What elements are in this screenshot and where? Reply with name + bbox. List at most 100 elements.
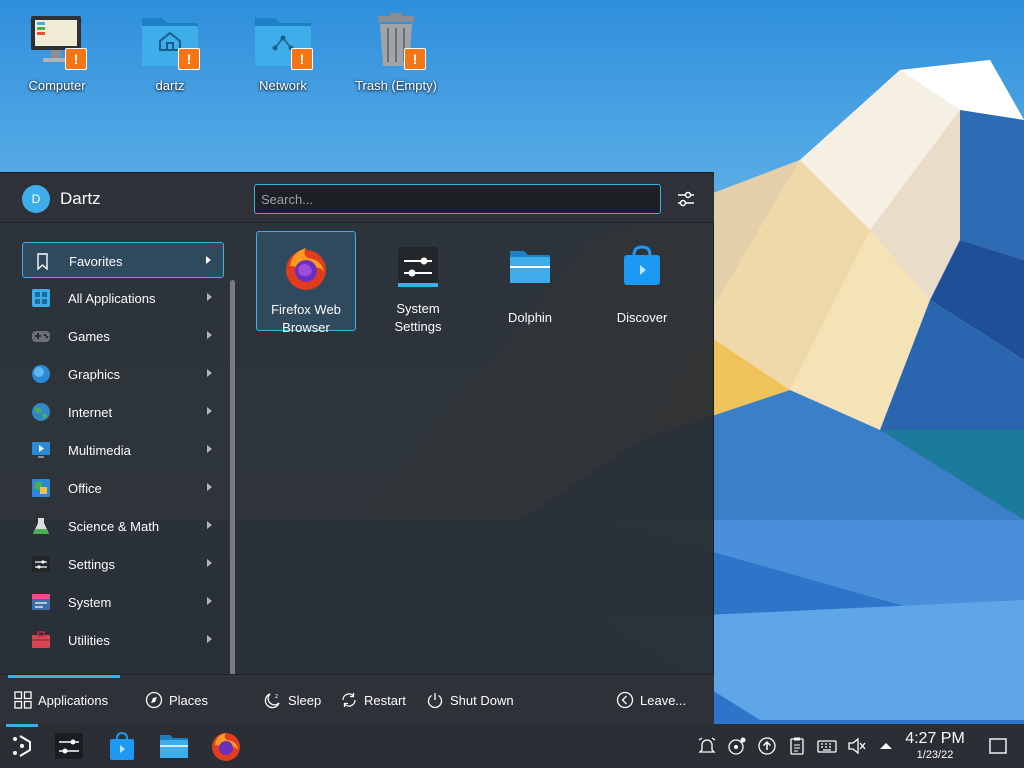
compass-icon — [145, 691, 163, 709]
tray-kde-connect[interactable] — [727, 736, 747, 756]
tray-notifications[interactable] — [697, 736, 717, 756]
category-office[interactable]: Office — [22, 470, 224, 506]
show-desktop-icon — [989, 738, 1007, 754]
app-label-line: Browser — [282, 320, 330, 335]
tray-clipboard[interactable] — [787, 736, 807, 756]
button-label: Restart — [364, 693, 406, 708]
user-name: Dartz — [60, 189, 101, 208]
sleep-icon: z — [264, 693, 280, 709]
clock-time[interactable]: 4:27 PM — [898, 730, 972, 748]
desktop-icon-computer[interactable]: ! Computer — [2, 10, 112, 93]
sliders-icon — [678, 191, 694, 207]
category-scrollbar[interactable] — [230, 280, 235, 684]
desktop-icon-label: Trash (Empty) — [355, 78, 437, 93]
leave-icon — [616, 691, 634, 709]
favorites-grid: Firefox Web Browser System Settings Dolp… — [240, 224, 714, 674]
launcher-header: D Dartz — [0, 173, 714, 223]
discover-icon — [624, 245, 660, 285]
chevron-right-icon — [207, 635, 212, 643]
firefox-icon — [212, 733, 240, 761]
desktop-icon-label: Network — [259, 78, 307, 93]
alarm-bell-icon — [698, 737, 716, 753]
avatar[interactable]: D — [22, 185, 50, 213]
task-firefox[interactable] — [210, 730, 242, 762]
app-label: System Settings — [368, 300, 468, 336]
tray-expand-button[interactable] — [876, 736, 896, 756]
category-label: Graphics — [68, 367, 121, 382]
show-desktop-button[interactable] — [988, 736, 1008, 756]
multimedia-icon — [32, 442, 50, 458]
network-folder-icon: ! — [251, 10, 315, 72]
app-label-line: Firefox Web — [271, 302, 341, 317]
chevron-right-icon — [207, 445, 212, 453]
chevron-right-icon — [207, 597, 212, 605]
app-discover[interactable]: Discover — [592, 231, 692, 331]
category-graphics[interactable]: Graphics — [22, 356, 224, 392]
gamepad-icon — [32, 331, 50, 342]
sleep-button[interactable]: z Sleep — [264, 691, 328, 711]
leave-button[interactable]: Leave... — [616, 691, 696, 711]
tab-applications[interactable]: Applications — [14, 691, 124, 711]
globe-icon — [32, 403, 50, 421]
category-settings[interactable]: Settings — [22, 546, 224, 582]
category-science-math[interactable]: Science & Math — [22, 508, 224, 544]
app-label: Firefox Web Browser — [257, 301, 355, 337]
app-label: Dolphin — [480, 309, 580, 327]
desktop-icon-home[interactable]: ! dartz — [115, 10, 225, 93]
chevron-right-icon — [207, 483, 212, 491]
active-task-indicator — [6, 724, 38, 727]
app-firefox[interactable]: Firefox Web Browser — [256, 231, 356, 335]
chevron-up-icon — [880, 743, 892, 749]
tab-places[interactable]: Places — [145, 691, 225, 711]
active-tab-indicator — [8, 675, 120, 678]
category-all-applications[interactable]: All Applications — [22, 280, 224, 316]
application-launcher-button[interactable] — [6, 730, 38, 762]
chevron-right-icon — [207, 407, 212, 415]
settings-icon — [32, 556, 50, 572]
task-dolphin[interactable] — [158, 730, 190, 762]
computer-icon: ! — [25, 10, 89, 72]
toolbox-icon — [32, 631, 50, 648]
update-icon — [758, 737, 776, 755]
search-input[interactable] — [254, 184, 661, 214]
office-icon — [32, 479, 50, 497]
tab-label: Applications — [38, 693, 109, 708]
system-icon — [32, 594, 50, 610]
app-label-line: Dolphin — [507, 310, 553, 325]
task-discover[interactable] — [106, 730, 138, 762]
task-system-settings[interactable] — [53, 730, 85, 762]
chevron-right-icon — [207, 293, 212, 301]
tray-keyboard-layout[interactable] — [817, 736, 837, 756]
category-label: Utilities — [68, 633, 110, 648]
keyboard-icon — [817, 740, 837, 753]
category-favorites[interactable]: Favorites — [22, 242, 224, 278]
system-settings-icon — [398, 247, 438, 287]
power-icon — [427, 693, 443, 709]
category-label: Science & Math — [68, 519, 160, 534]
chevron-right-icon — [207, 559, 212, 567]
category-internet[interactable]: Internet — [22, 394, 224, 430]
category-label: Favorites — [69, 254, 123, 269]
trash-icon: ! — [364, 10, 428, 72]
svg-text:z: z — [275, 693, 278, 700]
category-system[interactable]: System — [22, 584, 224, 620]
restart-button[interactable]: Restart — [340, 691, 412, 711]
chevron-right-icon — [207, 521, 212, 529]
application-launcher-menu: D Dartz Favorites All Applicatio — [0, 172, 714, 725]
home-folder-icon: ! — [138, 10, 202, 72]
bookmark-icon — [37, 253, 48, 271]
category-games[interactable]: Games — [22, 318, 224, 354]
desktop-icon-trash[interactable]: ! Trash (Empty) — [341, 10, 451, 93]
clock-date[interactable]: 1/23/22 — [898, 749, 972, 761]
shutdown-button[interactable]: Shut Down — [426, 691, 522, 711]
category-utilities[interactable]: Utilities — [22, 622, 224, 658]
category-label: Office — [68, 481, 102, 496]
desktop-icon-network[interactable]: ! Network — [228, 10, 338, 93]
app-label-line: Settings — [394, 319, 442, 334]
category-multimedia[interactable]: Multimedia — [22, 432, 224, 468]
app-system-settings[interactable]: System Settings — [368, 231, 468, 334]
app-dolphin[interactable]: Dolphin — [480, 231, 580, 331]
configure-button[interactable] — [674, 187, 698, 211]
tray-volume[interactable] — [847, 736, 867, 756]
tray-updates[interactable] — [757, 736, 777, 756]
